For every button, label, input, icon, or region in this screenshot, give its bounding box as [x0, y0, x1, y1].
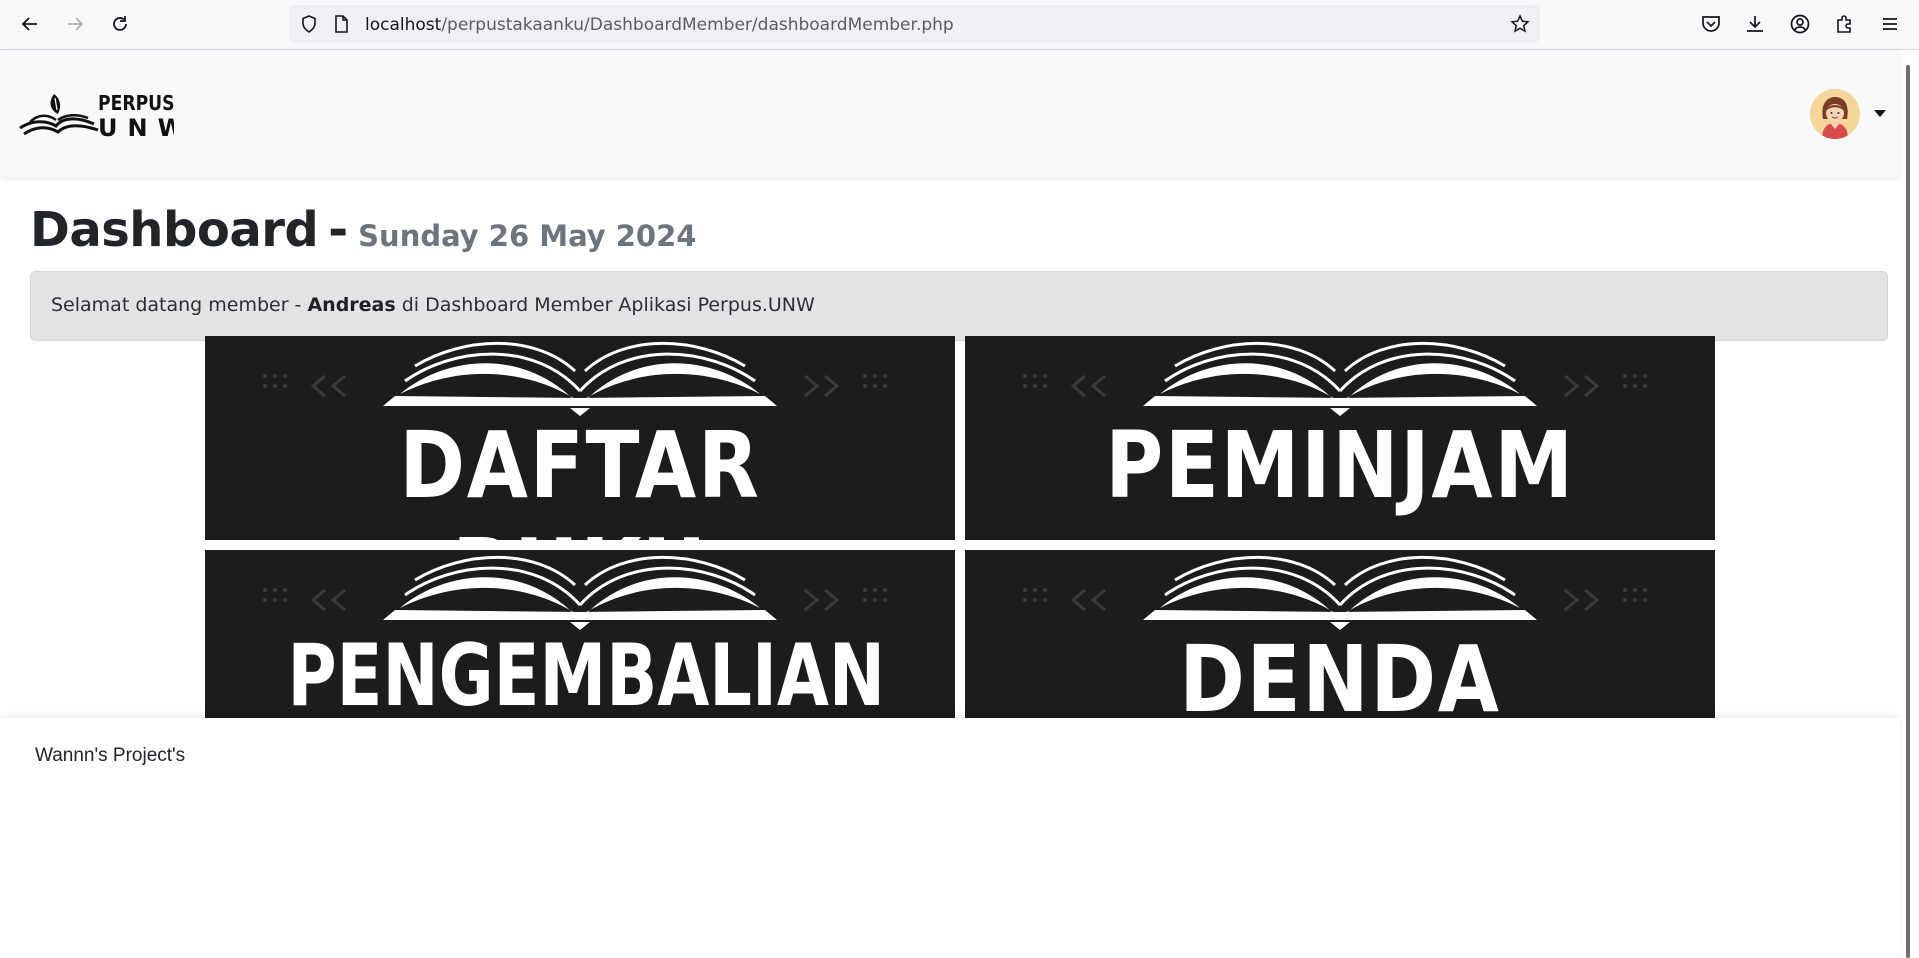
page-content: PERPUS UNW Dashboard-Sunday 26 [0, 50, 1900, 958]
pocket-icon [1702, 16, 1720, 32]
vertical-scrollbar[interactable] [1906, 65, 1910, 958]
chevron-down-icon[interactable] [1874, 110, 1886, 117]
welcome-suffix: di Dashboard Member Aplikasi Perpus.UNW [395, 294, 815, 316]
brand-logo[interactable]: PERPUS UNW [18, 88, 184, 142]
downloads-button[interactable] [1743, 12, 1767, 36]
back-button[interactable] [16, 10, 44, 38]
address-bar[interactable]: localhost/perpustakaanku/DashboardMember… [289, 5, 1540, 43]
menu-button[interactable] [1878, 12, 1902, 36]
arrow-left-icon [21, 17, 37, 31]
pocket-button[interactable] [1699, 12, 1723, 36]
url-path: /perpustakaanku/DashboardMember/dashboar… [441, 15, 954, 35]
welcome-alert: Selamat datang member - Andreas di Dashb… [30, 271, 1888, 341]
arrow-right-icon [68, 17, 84, 31]
download-icon [1747, 16, 1763, 32]
welcome-prefix: Selamat datang member - [51, 294, 308, 316]
daftar-buku-tile[interactable]: DAFTAR BUKU [205, 336, 955, 540]
open-book-logo-icon: PERPUS UNW [19, 93, 184, 142]
title-separator: - [328, 202, 349, 258]
page-title: Dashboard [30, 202, 319, 258]
current-date: Sunday 26 May 2024 [358, 219, 697, 253]
user-dropdown-toggle[interactable] [1810, 89, 1888, 141]
hamburger-menu-icon [1883, 18, 1897, 30]
welcome-text: Selamat datang member - Andreas di Dashb… [51, 294, 815, 316]
account-button[interactable] [1788, 12, 1812, 36]
shield-icon[interactable] [299, 14, 319, 34]
tile-label: DENDA [1179, 626, 1501, 733]
brand-line-2: UNW [98, 114, 174, 140]
extensions-button[interactable] [1833, 12, 1857, 36]
reload-button[interactable] [106, 10, 134, 38]
brand-line-1: PERPUS [98, 93, 174, 116]
puzzle-icon [1837, 15, 1851, 33]
reload-icon [113, 16, 127, 31]
page-heading: Dashboard - Sunday 26 May 2024 [30, 202, 696, 258]
account-icon [1790, 14, 1810, 34]
forward-button[interactable] [61, 10, 89, 38]
page-footer: Wannn's Project's [0, 718, 1900, 958]
star-icon[interactable] [1510, 14, 1530, 34]
page-icon[interactable] [331, 14, 351, 34]
url-text[interactable]: localhost/perpustakaanku/DashboardMember… [365, 15, 954, 35]
tile-label: PENGEMBALIAN [287, 626, 886, 726]
browser-toolbar: localhost/perpustakaanku/DashboardMember… [0, 0, 1919, 50]
member-name: Andreas [307, 294, 396, 316]
user-avatar-icon[interactable] [1810, 89, 1860, 139]
tile-label: DAFTAR BUKU [399, 412, 761, 540]
top-navbar: PERPUS UNW [0, 50, 1900, 177]
tile-label: PEMINJAM [1105, 412, 1575, 519]
url-host: localhost [365, 15, 442, 35]
footer-text: Wannn's Project's [35, 745, 186, 766]
peminjam-tile[interactable]: PEMINJAM [965, 336, 1715, 540]
